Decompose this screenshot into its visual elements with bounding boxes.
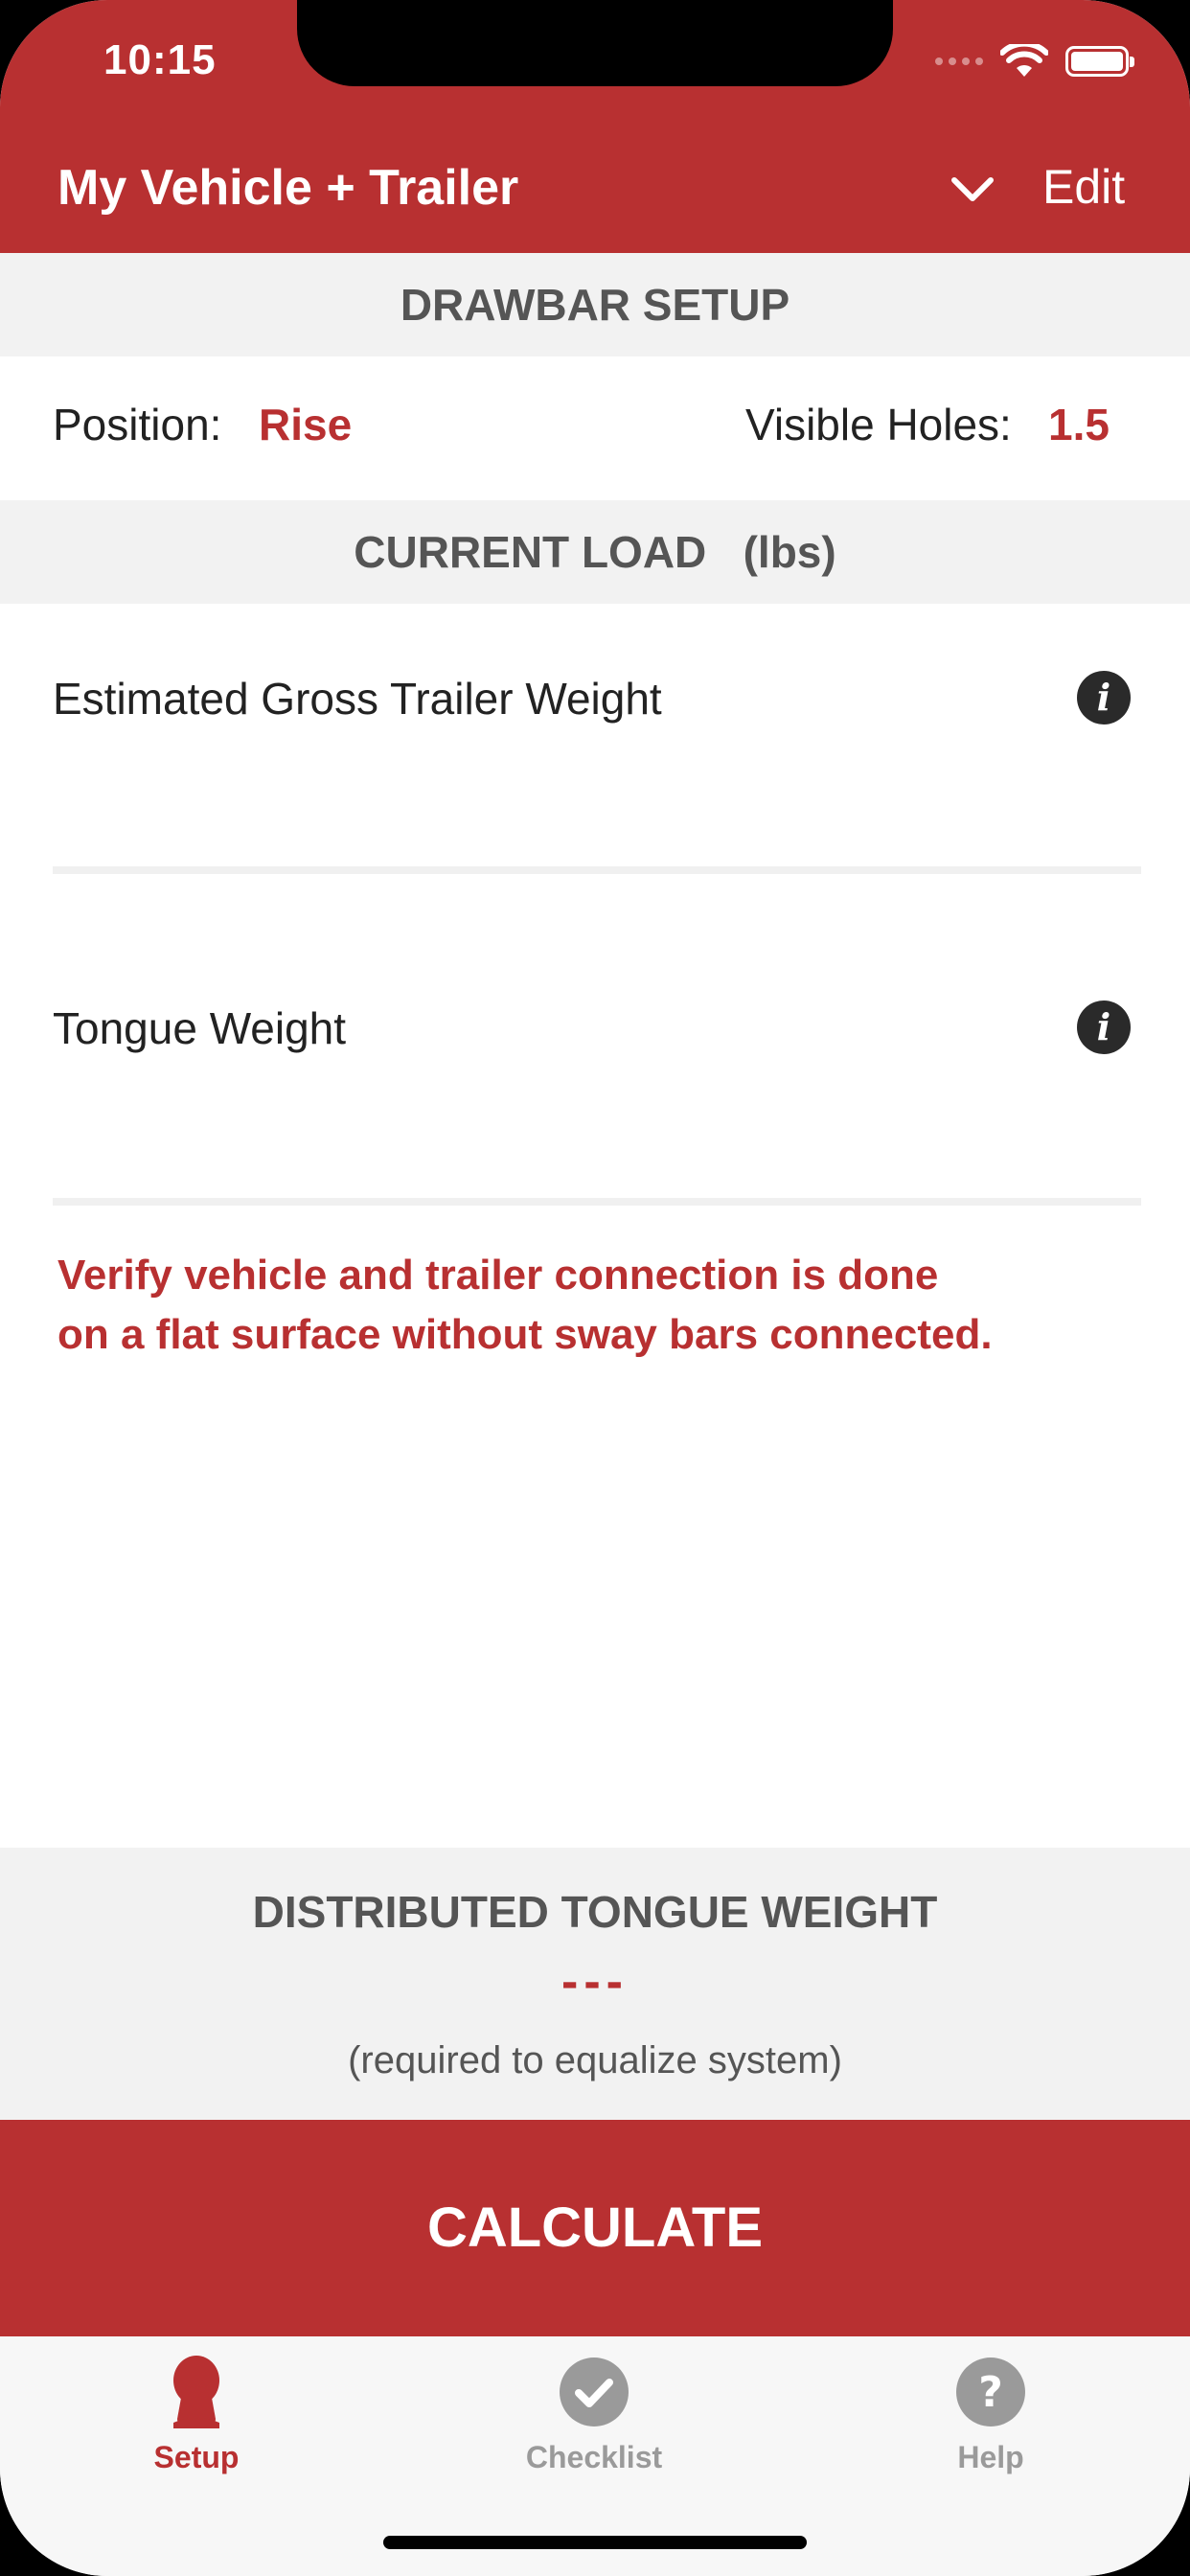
signal-icon [935,58,983,65]
battery-icon [1065,46,1134,77]
svg-text:?: ? [978,2368,1003,2417]
current-load-header: CURRENT LOAD (lbs) [0,500,1190,604]
edit-button[interactable]: Edit [1042,159,1125,215]
result-title: DISTRIBUTED TONGUE WEIGHT [252,1887,938,1937]
device-notch [297,0,893,86]
status-icons [935,44,1134,79]
tongue-weight-label: Tongue Weight [53,1003,347,1053]
check-circle-icon [560,2358,629,2426]
tab-setup-label: Setup [153,2440,240,2474]
drawbar-row[interactable]: Position: Rise Visible Holes: 1.5 [0,356,1190,500]
vehicle-title[interactable]: My Vehicle + Trailer [57,159,518,217]
tab-help[interactable]: ? Help [866,2336,1115,2480]
chevron-down-icon[interactable] [949,172,996,207]
position-value: Rise [259,400,353,449]
gross-trailer-weight-input[interactable] [53,866,1141,874]
distributed-tongue-weight-panel: DISTRIBUTED TONGUE WEIGHT --- (required … [0,1848,1190,2120]
navigation-header: 10:15 My Vehicle + Trailer Edit [0,0,1190,253]
tab-checklist[interactable]: Checklist [469,2336,719,2480]
tab-checklist-label: Checklist [525,2440,663,2474]
warning-line-2: on a flat surface without sway bars conn… [57,1311,993,1358]
wifi-icon [1000,44,1048,77]
calculate-button[interactable]: CALCULATE [0,2120,1190,2336]
gross-trailer-weight-label: Estimated Gross Trailer Weight [53,674,662,724]
warning-line-1: Verify vehicle and trailer connection is… [57,1252,939,1299]
connection-warning: Verify vehicle and trailer connection is… [57,1246,1150,1365]
person-icon [173,2356,219,2428]
position-label: Position: [53,400,222,449]
visible-holes-label: Visible Holes: [745,400,1012,449]
tab-setup[interactable]: Setup [72,2336,321,2480]
result-note: (required to equalize system) [348,2039,842,2082]
gross-weight-info-icon[interactable]: i [1077,671,1131,724]
tab-help-label: Help [957,2440,1024,2474]
tongue-weight-info-icon[interactable]: i [1077,1000,1131,1054]
question-circle-icon: ? [956,2358,1025,2426]
app-screen: 10:15 My Vehicle + Trailer Edit DRAWBAR … [0,0,1190,2576]
tongue-weight-input[interactable] [53,1198,1141,1206]
drawbar-setup-header: DRAWBAR SETUP [0,253,1190,356]
home-indicator[interactable] [383,2536,807,2549]
result-value: --- [561,1954,629,2010]
status-time: 10:15 [103,36,217,83]
visible-holes-value: 1.5 [1048,400,1110,449]
